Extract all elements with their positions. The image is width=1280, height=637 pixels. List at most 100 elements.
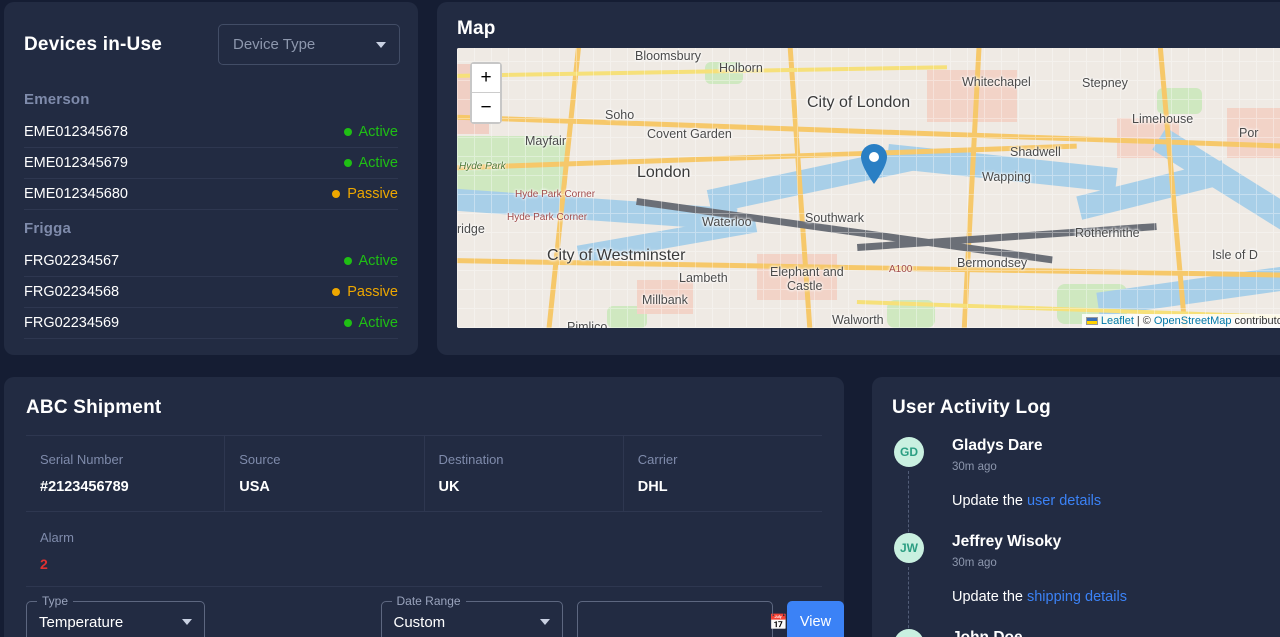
shipment-detail-cell: Source USA (225, 436, 425, 511)
activity-log-item: JD John Doe (894, 629, 1280, 637)
shipment-detail-label: Destination (438, 452, 504, 467)
user-activity-log-panel: User Activity Log GD Gladys Dare 30m ago Up… (872, 377, 1280, 637)
timeline-connector (908, 567, 909, 633)
device-status-label: Active (358, 253, 399, 269)
device-group-label: Emerson (24, 91, 90, 108)
device-type-filter-select[interactable]: Device Type (218, 24, 400, 65)
activity-description-link[interactable]: user details (1027, 493, 1101, 509)
date-range-select-label: Date Range (391, 594, 466, 608)
map-zoom-out-button[interactable]: − (472, 93, 500, 122)
chevron-down-icon (376, 41, 386, 48)
device-status-badge: Passive (332, 284, 398, 300)
device-id: EME012345680 (24, 186, 128, 202)
date-picker-field[interactable]: 📅 (576, 601, 788, 637)
map-place-label: Elephant and (770, 265, 844, 279)
status-dot-icon (343, 128, 352, 136)
device-status-badge: Passive (332, 186, 398, 202)
activity-description: Update the shipping details (952, 589, 1280, 605)
map-place-label: Walworth (832, 313, 884, 327)
shipment-detail-label: Source (239, 452, 281, 467)
type-select[interactable]: Type Temperature (26, 594, 205, 637)
date-range-select[interactable]: Date Range Custom (380, 594, 563, 637)
shipment-form-controls: Type Temperature Date Range Custom 📅 Vie… (4, 587, 844, 637)
activity-user-name: John Doe (952, 629, 1280, 637)
shipment-detail-cell: Carrier DHL (624, 436, 822, 511)
device-row[interactable]: EME012345680 Passive (24, 179, 398, 210)
activity-timeline: GD Gladys Dare 30m ago Update the user deta… (872, 419, 1280, 637)
device-row[interactable]: FRG02234568 Passive (24, 277, 398, 308)
map-zoom-controls[interactable]: + − (470, 62, 502, 124)
activity-panel-title: User Activity Log (892, 397, 1051, 418)
openstreetmap-link[interactable]: OpenStreetMap (1154, 315, 1232, 327)
device-group-label: Frigga (24, 220, 72, 237)
device-status-label: Passive (347, 186, 398, 202)
map-viewport[interactable]: Bloomsbury Holborn Whitechapel Stepney City … (457, 48, 1280, 328)
device-status-label: Active (358, 155, 399, 171)
status-dot-icon (332, 288, 341, 296)
view-button[interactable]: View (786, 601, 844, 637)
activity-description-prefix: Update the (952, 493, 1027, 509)
alarm-label: Alarm (40, 530, 74, 545)
map-place-label: City of Westminster (547, 247, 686, 264)
type-select-value: Temperature (39, 613, 124, 631)
leaflet-flag-icon (1085, 317, 1098, 325)
alarm-block: Alarm 2 (4, 512, 844, 572)
timeline-connector (908, 471, 909, 537)
activity-panel-header: User Activity Log (872, 377, 1280, 419)
shipment-detail-value: #2123456789 (40, 479, 129, 495)
activity-log-item: GD Gladys Dare 30m ago Update the user deta… (894, 437, 1280, 537)
map-place-label: Millbank (642, 293, 688, 307)
map-place-label: Castle (787, 279, 823, 293)
activity-description-prefix: Update the (952, 589, 1027, 605)
device-row[interactable]: EME012345678 Active (24, 117, 398, 148)
map-place-label: London (637, 164, 691, 181)
map-place-label: Por (1239, 126, 1259, 140)
device-row[interactable]: FRG02234567 Active (24, 246, 398, 277)
map-place-label: City of London (807, 94, 911, 111)
map-zoom-in-button[interactable]: + (472, 64, 500, 93)
device-status-badge: Active (343, 315, 399, 331)
device-row[interactable]: EME012345679 Active (24, 148, 398, 179)
shipment-panel-header: ABC Shipment (4, 377, 844, 419)
activity-user-name: Jeffrey Wisoky (952, 533, 1062, 550)
map-place-label: Bermondsey (957, 256, 1028, 270)
shipment-detail-row: Serial Number #2123456789 Source USA Destina… (26, 435, 822, 512)
map-panel: Map Bloomsbury Holborn Whitechapel Stepn… (437, 2, 1280, 355)
activity-timestamp: 30m ago (952, 557, 997, 569)
map-place-label: Bloomsbury (635, 49, 701, 63)
device-id: EME012345679 (24, 155, 128, 171)
map-place-label: Holborn (719, 61, 763, 75)
activity-description-link[interactable]: shipping details (1027, 589, 1127, 605)
devices-panel-title: Devices in-Use (24, 33, 162, 55)
status-dot-icon (332, 190, 341, 198)
device-status-badge: Active (343, 253, 399, 269)
chevron-down-icon (539, 619, 550, 625)
device-id: EME012345678 (24, 124, 128, 140)
activity-user-name: Gladys Dare (952, 437, 1043, 454)
shipment-detail-label: Carrier (637, 452, 678, 467)
shipment-detail-cell: Serial Number #2123456789 (26, 436, 226, 511)
dashboard-root: Devices in-Use Device Type Emerson EME012… (0, 0, 1280, 637)
avatar: GD (894, 437, 924, 467)
device-status-label: Active (358, 315, 399, 331)
map-place-label: Lambeth (679, 271, 728, 285)
activity-timestamp: 30m ago (952, 461, 997, 473)
date-picker-input[interactable] (587, 614, 769, 630)
map-place-label: Waterloo (702, 215, 752, 229)
map-attribution: Leaflet | © OpenStreetMap contributors (1081, 314, 1280, 328)
map-place-label: Pimlico (567, 320, 608, 328)
leaflet-link[interactable]: Leaflet (1101, 315, 1134, 327)
map-place-label: ridge (457, 222, 485, 236)
device-row[interactable]: FRG02234569 Active (24, 308, 398, 339)
device-id: FRG02234568 (24, 284, 120, 300)
device-status-label: Active (358, 124, 399, 140)
calendar-icon[interactable]: 📅 (769, 613, 788, 631)
devices-in-use-panel: Devices in-Use Device Type Emerson EME012… (4, 2, 418, 355)
map-place-label: Wapping (982, 170, 1031, 184)
chevron-down-icon (181, 619, 192, 625)
map-location-marker[interactable] (861, 144, 887, 189)
status-dot-icon (343, 159, 352, 167)
map-place-label: Isle of D (1212, 248, 1258, 262)
map-place-label: Rotherhithe (1075, 226, 1140, 240)
status-dot-icon (343, 257, 352, 265)
